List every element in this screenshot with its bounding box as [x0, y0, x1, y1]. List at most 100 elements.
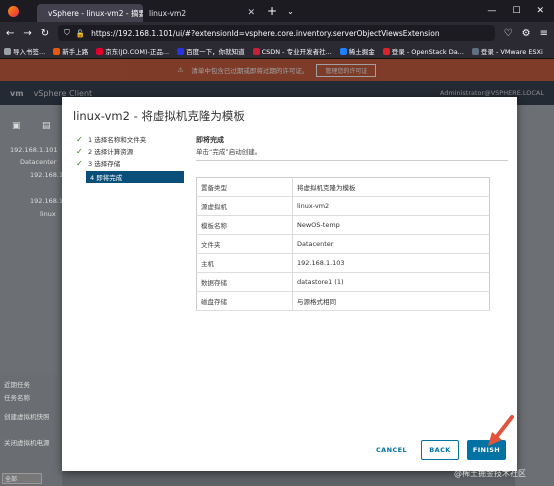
inventory-pane: ▣ ▤ 192.168.1.101 Datacenter 192.168.1.1… — [0, 105, 78, 375]
detail-pane-edge — [515, 105, 554, 486]
summary-value: 192.168.1.103 — [292, 253, 490, 273]
vms-view-icon[interactable]: ▤ — [42, 121, 51, 131]
bookmark-item[interactable]: 登录 - OpenStack Da... — [382, 46, 464, 56]
step-label: 4 即将完成 — [90, 174, 123, 182]
wizard-step-current[interactable]: 4 即将完成 — [86, 171, 184, 183]
bookmark-item[interactable]: 百度一下，你就知道 — [177, 46, 245, 56]
bookmark-icon — [4, 47, 11, 55]
summary-value: 将虚拟机克隆为模板 — [292, 177, 490, 197]
divider — [196, 160, 508, 161]
bookmark-icon — [53, 47, 61, 55]
back-button[interactable]: BACK — [421, 440, 459, 460]
url-bar[interactable]: ⛉ 🔓 https://192.168.1.101/ui/#?extension… — [58, 25, 495, 41]
step-label: 1 选择名称和文件夹 — [88, 136, 147, 144]
recent-tasks-header[interactable]: 近期任务 — [4, 379, 30, 389]
tab-list-chevron-icon[interactable]: ⌄ — [287, 7, 294, 16]
bookmark-icon — [252, 47, 260, 55]
tab-linux-vm2[interactable]: linux-vm2 ✕ — [143, 4, 261, 22]
save-pocket-icon[interactable]: ♡ — [504, 28, 513, 39]
task-item: 关闭虚拟机电源 — [4, 439, 50, 447]
extensions-icon[interactable]: ⚙ — [522, 28, 531, 39]
browser-nav-bar: ← → ↻ ⛉ 🔓 https://192.168.1.101/ui/#?ext… — [0, 22, 554, 44]
menu-icon[interactable]: ≡ — [540, 28, 548, 39]
shield-icon[interactable]: ⛉ — [64, 28, 70, 38]
summary-table: 置备类型 将虚拟机克隆为模板 源虚拟机 linux-vm2 模板名称 NewOS-te… — [196, 177, 490, 311]
wizard-step[interactable]: ✓ 3 选择存储 — [76, 157, 186, 169]
bookmark-item[interactable]: 导入书签... — [4, 46, 45, 56]
tree-item[interactable]: Datacenter — [20, 158, 56, 166]
bookmark-item[interactable]: 登录 - VMware ESXi — [471, 46, 543, 56]
summary-key: 文件夹 — [196, 234, 293, 254]
bookmark-item[interactable]: 稀土掘金 — [339, 46, 375, 56]
step-label: 2 选择计算资源 — [88, 148, 134, 156]
checkmark-icon: ✓ — [76, 158, 83, 168]
table-row: 文件夹 Datacenter — [196, 234, 490, 254]
summary-value: datastore1 (1) — [292, 272, 490, 292]
page-subtitle: 单击“完成”启动创建。 — [196, 148, 262, 156]
task-name-column[interactable]: 任务名称 — [4, 392, 30, 402]
summary-key: 主机 — [196, 253, 293, 273]
table-row: 主机 192.168.1.103 — [196, 253, 490, 273]
tree-item[interactable]: linux — [40, 210, 56, 218]
summary-value: NewOS-temp — [292, 215, 490, 235]
back-arrow-icon[interactable]: ← — [6, 28, 14, 39]
license-warning-bar: ⚠ 清单中包含已过期或即将过期的许可证。 管理您的许可证 — [0, 59, 554, 81]
watermark: @稀土掘金技术社区 — [454, 469, 526, 478]
wizard-steps: ✓ 1 选择名称和文件夹 ✓ 2 选择计算资源 ✓ 3 选择存储 4 即将完成 — [76, 133, 186, 183]
page-title: 即将完成 — [196, 136, 224, 144]
cancel-button[interactable]: CANCEL — [370, 440, 413, 460]
maximize-icon[interactable]: ☐ — [512, 6, 520, 16]
summary-key: 模板名称 — [196, 215, 293, 235]
browser-tab-bar: vSphere - linux-vm2 - 摘要 ✕ linux-vm2 ✕ +… — [0, 0, 554, 22]
reload-icon[interactable]: ↻ — [41, 28, 49, 39]
table-row: 置备类型 将虚拟机克隆为模板 — [196, 177, 490, 197]
summary-key: 数据存储 — [196, 272, 293, 292]
table-row: 源虚拟机 linux-vm2 — [196, 196, 490, 216]
step-label: 3 选择存储 — [88, 160, 121, 168]
summary-key: 源虚拟机 — [196, 196, 293, 216]
warning-icon: ⚠ — [177, 66, 184, 74]
tree-item[interactable]: 192.168.1.101 — [10, 146, 58, 154]
forward-arrow-icon[interactable]: → — [23, 28, 31, 39]
close-tab-icon[interactable]: ✕ — [247, 8, 255, 18]
table-row: 数据存储 datastore1 (1) — [196, 272, 490, 292]
license-warning-text: 清单中包含已过期或即将过期的许可证。 — [191, 67, 309, 75]
summary-value: Datacenter — [292, 234, 490, 254]
recent-tasks-pane: 近期任务 任务名称 创建虚拟机快照 关闭虚拟机电源 — [0, 375, 62, 486]
bookmark-icon — [382, 47, 390, 55]
summary-value: linux-vm2 — [292, 196, 490, 216]
tab-title: vSphere - linux-vm2 - 摘要 — [48, 8, 143, 18]
bookmark-icon — [471, 47, 479, 55]
url-text: https://192.168.1.101/ui/#?extensionId=v… — [91, 28, 440, 38]
wizard-step[interactable]: ✓ 1 选择名称和文件夹 — [76, 133, 186, 145]
checkmark-icon: ✓ — [76, 146, 83, 156]
minimize-icon[interactable]: — — [487, 6, 496, 16]
manage-license-button[interactable]: 管理您的许可证 — [316, 63, 377, 77]
dialog-title: linux-vm2 - 将虚拟机克隆为模板 — [73, 109, 245, 123]
task-filter-select[interactable]: 全部 — [2, 473, 42, 484]
checkmark-icon: ✓ — [76, 134, 83, 144]
tab-vsphere[interactable]: vSphere - linux-vm2 - 摘要 ✕ — [37, 4, 143, 22]
tab-title: linux-vm2 — [149, 8, 187, 18]
vm-logo-icon: vm — [10, 88, 24, 98]
new-tab-icon[interactable]: + — [267, 4, 277, 18]
bookmark-item[interactable]: CSDN - 专业开发者社... — [252, 46, 332, 56]
close-window-icon[interactable]: ✕ — [536, 6, 544, 16]
bookmark-icon — [96, 47, 104, 55]
bookmark-item[interactable]: 新手上路 — [53, 46, 88, 56]
summary-key: 磁盘存储 — [196, 291, 293, 311]
clone-to-template-dialog: linux-vm2 - 将虚拟机克隆为模板 ✓ 1 选择名称和文件夹 ✓ 2 选… — [62, 97, 517, 471]
lock-warning-icon[interactable]: 🔓 — [76, 29, 85, 38]
bookmark-icon — [339, 47, 347, 55]
bookmarks-bar: 导入书签... 新手上路 京东(JD.COM)-正品... 百度一下，你就知道 … — [0, 44, 554, 59]
bookmark-item[interactable]: 京东(JD.COM)-正品... — [96, 46, 169, 56]
table-row: 模板名称 NewOS-temp — [196, 215, 490, 235]
hosts-view-icon[interactable]: ▣ — [12, 121, 21, 131]
user-menu[interactable]: Administrator@VSPHERE.LOCAL — [440, 89, 544, 97]
firefox-logo-icon — [8, 5, 19, 17]
table-row: 磁盘存储 与源格式相同 — [196, 291, 490, 311]
bookmark-icon — [177, 47, 185, 55]
task-item: 创建虚拟机快照 — [4, 413, 50, 421]
wizard-step[interactable]: ✓ 2 选择计算资源 — [76, 145, 186, 157]
summary-value: 与源格式相同 — [292, 291, 490, 311]
